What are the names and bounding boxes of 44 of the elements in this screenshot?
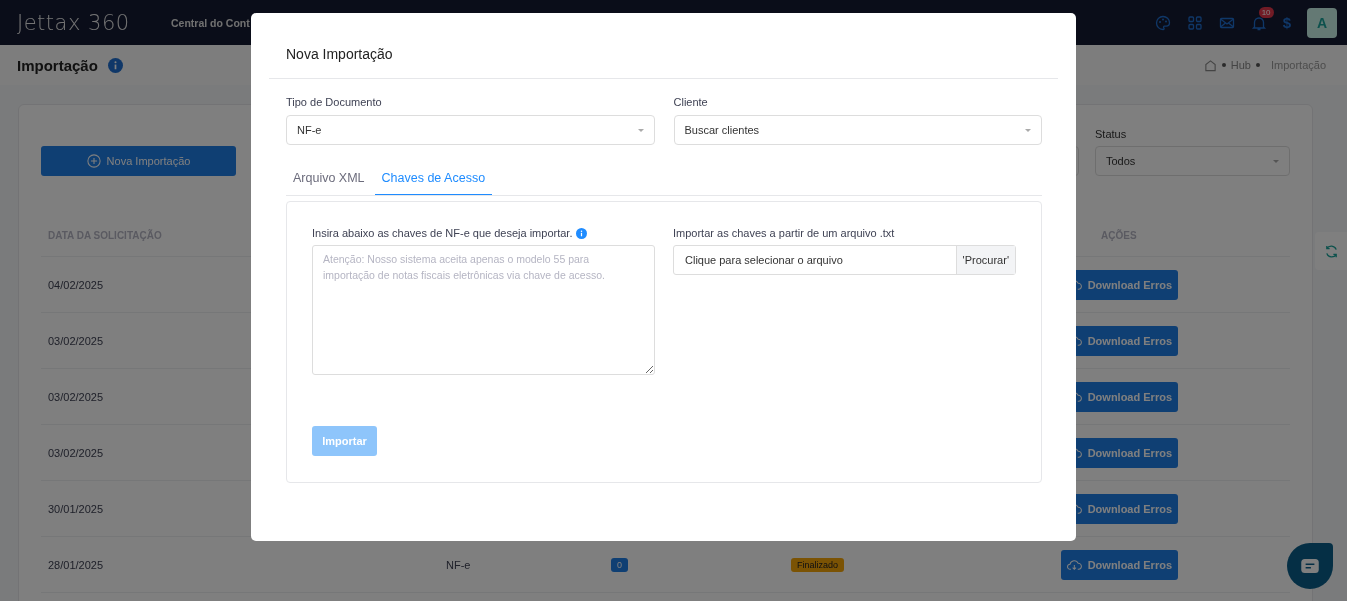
nav-link[interactable]: Central do Cont bbox=[171, 16, 250, 29]
bell-icon[interactable] bbox=[1250, 14, 1267, 31]
field-label: Insira abaixo as chaves de NF-e que deseja importar. bbox=[312, 227, 573, 239]
field-label: Importar as chaves a partir de um arquivo .txt bbox=[673, 227, 896, 239]
count-badge: 0 bbox=[611, 557, 628, 572]
tab[interactable]: Chaves de Acesso bbox=[374, 166, 493, 195]
info-icon[interactable] bbox=[107, 57, 123, 73]
plus-circle-icon bbox=[86, 154, 101, 168]
billing-link[interactable]: $ bbox=[1282, 14, 1291, 31]
refresh-icon bbox=[1323, 243, 1339, 259]
download-button[interactable]: Download Erros bbox=[1061, 549, 1178, 580]
table-cell: 03/02/2025 bbox=[48, 390, 104, 403]
table-cell: 30/01/2025 bbox=[48, 502, 104, 515]
table-cell: NF-e bbox=[446, 558, 471, 571]
dialog-title: Nova Importação bbox=[285, 45, 394, 64]
table-cell: 03/02/2025 bbox=[48, 334, 104, 347]
chat-icon bbox=[1301, 559, 1319, 573]
home-icon[interactable] bbox=[1203, 58, 1217, 72]
info-icon[interactable] bbox=[576, 227, 588, 239]
tab[interactable]: Arquivo XML bbox=[286, 166, 372, 195]
new-import-button[interactable]: Nova Importação bbox=[41, 146, 236, 176]
status-badge: Finalizado bbox=[791, 557, 845, 572]
page-title: Importação bbox=[17, 56, 98, 74]
table-cell: 03/02/2025 bbox=[48, 446, 104, 459]
document-type-select[interactable]: NF-e bbox=[286, 115, 655, 145]
file-input[interactable]: Clique para selecionar o arquivo 'Procurar' bbox=[673, 245, 1016, 275]
table-cell: 04/02/2025 bbox=[48, 278, 104, 291]
user-avatar[interactable]: A bbox=[1307, 7, 1337, 38]
table-cell: 28/01/2025 bbox=[48, 558, 104, 571]
breadcrumb-link[interactable]: Hub bbox=[1230, 59, 1251, 71]
field-label: Tipo de Documento bbox=[286, 96, 383, 108]
chat-button[interactable] bbox=[1287, 543, 1333, 589]
browse-button[interactable]: 'Procurar' bbox=[955, 246, 1015, 274]
client-select[interactable]: Buscar clientes bbox=[673, 115, 1042, 145]
logo[interactable]: Jettax 360 bbox=[17, 10, 167, 35]
refresh-button[interactable] bbox=[1315, 232, 1347, 270]
grid-icon[interactable] bbox=[1186, 14, 1203, 31]
status-select[interactable]: Todos bbox=[1095, 146, 1290, 176]
keys-textarea[interactable]: Atenção: Nosso sistema aceita apenas o modelo 55 para importação de notas fiscais eletrônicas via chave de acesso. bbox=[312, 245, 655, 375]
notification-badge: 10 bbox=[1258, 6, 1274, 18]
cloud-download-icon bbox=[1067, 559, 1082, 570]
field-label: Cliente bbox=[673, 96, 709, 108]
filter-label: Status bbox=[1095, 128, 1128, 140]
palette-icon[interactable] bbox=[1154, 14, 1171, 31]
